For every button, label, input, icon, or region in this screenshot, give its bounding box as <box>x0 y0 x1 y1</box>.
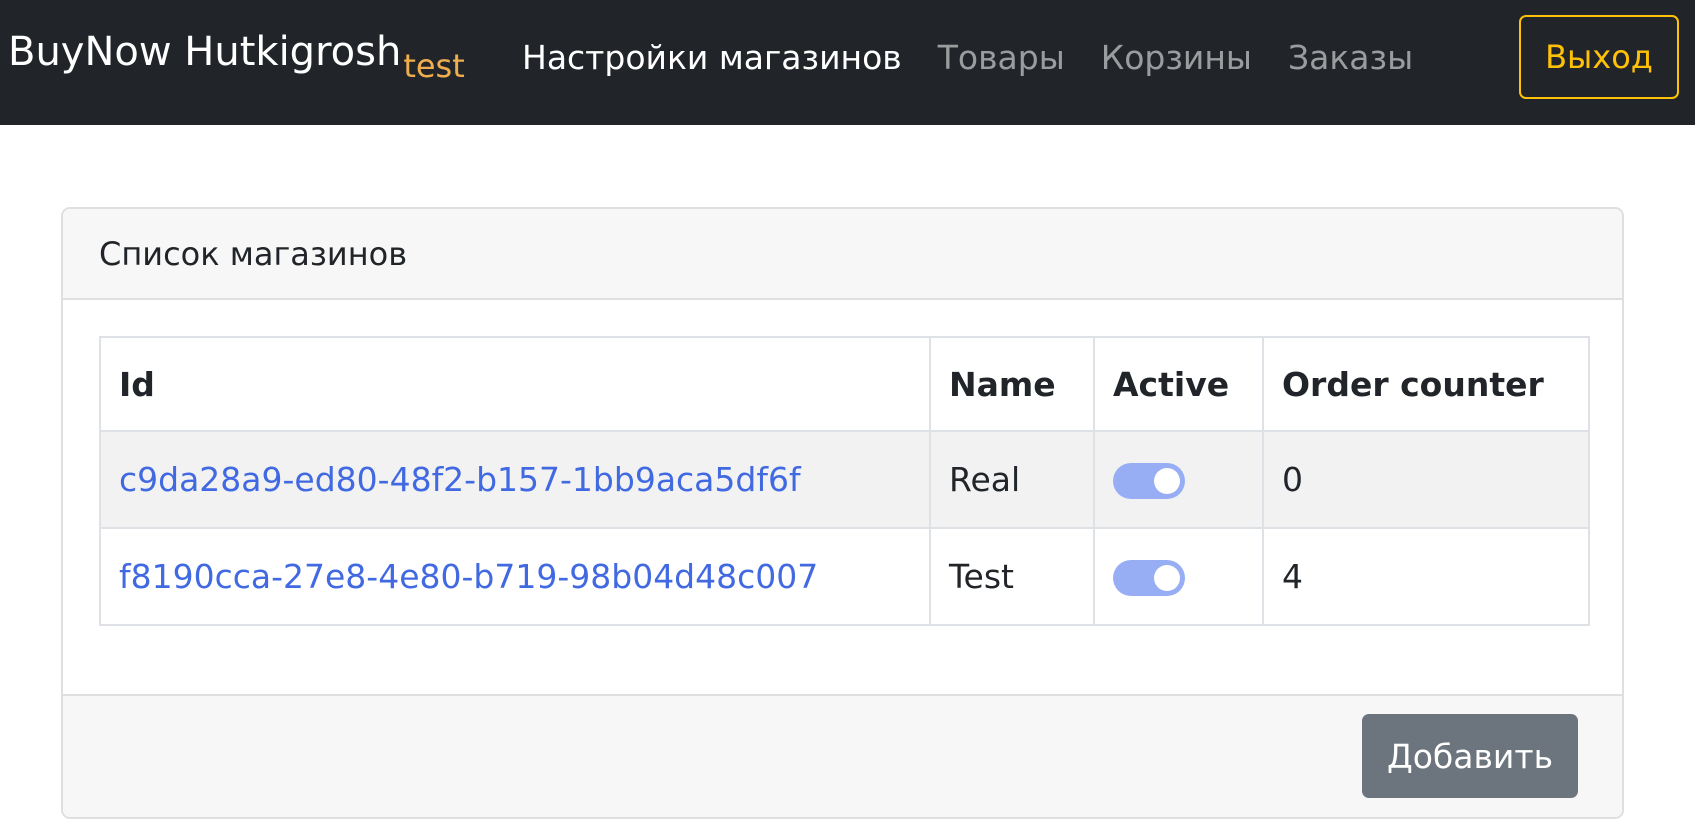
toggle-knob <box>1154 565 1180 592</box>
column-header-name: Name <box>929 336 1095 432</box>
cell-name: Test <box>929 527 1095 626</box>
shops-table: Id Name Active Order counter c9da28a9-ed… <box>99 336 1590 626</box>
cell-active <box>1093 430 1264 529</box>
column-header-active: Active <box>1093 336 1264 432</box>
nav-links: Настройки магазинов Товары Корзины Заказ… <box>522 38 1413 77</box>
shop-id-link[interactable]: c9da28a9-ed80-48f2-b157-1bb9aca5df6f <box>119 460 801 499</box>
nav-link-carts[interactable]: Корзины <box>1101 38 1252 77</box>
logout-button[interactable]: Выход <box>1519 15 1679 99</box>
navbar: BuyNow Hutkigroshtest Настройки магазино… <box>0 0 1695 125</box>
toggle-knob <box>1154 468 1180 495</box>
nav-link-products[interactable]: Товары <box>938 38 1065 77</box>
nav-link-shop-settings[interactable]: Настройки магазинов <box>522 38 902 77</box>
nav-link-orders[interactable]: Заказы <box>1288 38 1413 77</box>
shops-card: Список магазинов Id Name Active Order co… <box>61 207 1624 819</box>
table-header-row: Id Name Active Order counter <box>99 336 1590 432</box>
column-header-order-counter: Order counter <box>1262 336 1590 432</box>
active-toggle[interactable] <box>1113 560 1185 597</box>
table-row: f8190cca-27e8-4e80-b719-98b04d48c007 Tes… <box>99 527 1590 626</box>
brand-name: BuyNow Hutkigrosh <box>8 29 402 75</box>
card-header: Список магазинов <box>63 209 1622 300</box>
active-toggle[interactable] <box>1113 463 1185 500</box>
cell-name: Real <box>929 430 1095 529</box>
cell-order-counter: 4 <box>1262 527 1590 626</box>
table-row: c9da28a9-ed80-48f2-b157-1bb9aca5df6f Rea… <box>99 430 1590 529</box>
brand-suffix: test <box>403 47 465 85</box>
cell-order-counter: 0 <box>1262 430 1590 529</box>
card-footer: Добавить <box>63 694 1622 817</box>
cell-active <box>1093 527 1264 626</box>
brand-logo[interactable]: BuyNow Hutkigroshtest <box>8 28 465 85</box>
column-header-id: Id <box>99 336 931 432</box>
card-body: Id Name Active Order counter c9da28a9-ed… <box>63 300 1622 694</box>
add-shop-button[interactable]: Добавить <box>1362 714 1578 798</box>
cell-id: f8190cca-27e8-4e80-b719-98b04d48c007 <box>99 527 931 626</box>
cell-id: c9da28a9-ed80-48f2-b157-1bb9aca5df6f <box>99 430 931 529</box>
shop-id-link[interactable]: f8190cca-27e8-4e80-b719-98b04d48c007 <box>119 557 818 596</box>
